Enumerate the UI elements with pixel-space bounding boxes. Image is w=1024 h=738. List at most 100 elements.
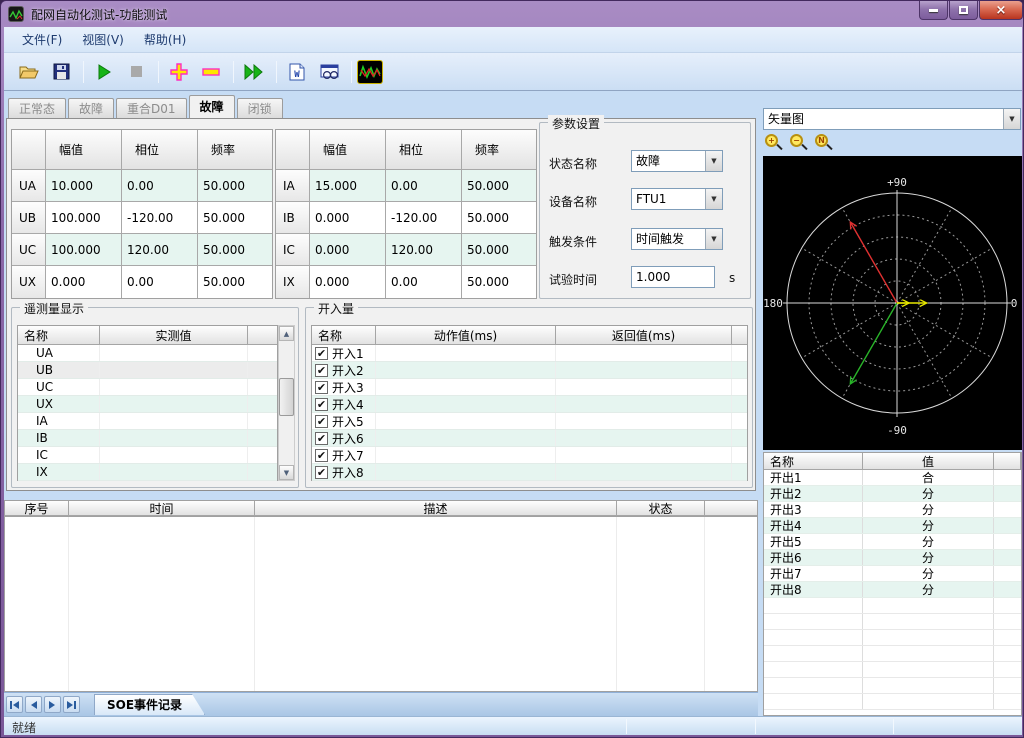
checkbox-checked-icon[interactable]: ✔ <box>315 381 328 394</box>
cell-ua-frequency[interactable]: 50.000 <box>198 170 272 202</box>
zoom-reset-button[interactable]: N <box>813 133 835 153</box>
cell-ub-amplitude[interactable]: 100.000 <box>46 202 122 234</box>
cell-ux-amplitude[interactable]: 0.000 <box>46 266 122 298</box>
tab-soe-event-log[interactable]: SOE事件记录 <box>94 694 205 715</box>
cell-ix-phase[interactable]: 0.00 <box>386 266 462 298</box>
telemetry-row[interactable]: IX <box>18 464 277 481</box>
title-bar: 配网自动化测试-功能测试 × <box>1 1 1024 27</box>
checkbox-checked-icon[interactable]: ✔ <box>315 449 328 462</box>
cell-ua-amplitude[interactable]: 10.000 <box>46 170 122 202</box>
run-sequence-button[interactable] <box>239 58 269 86</box>
output-row[interactable]: 开出3分 <box>764 502 1021 518</box>
checkbox-checked-icon[interactable]: ✔ <box>315 364 328 377</box>
cell-ic-phase[interactable]: 120.00 <box>386 234 462 266</box>
tab-reclose-d01[interactable]: 重合D01 <box>116 98 187 118</box>
cell-ib-amplitude[interactable]: 0.000 <box>310 202 386 234</box>
cell-ia-phase[interactable]: 0.00 <box>386 170 462 202</box>
telemetry-row[interactable]: UC <box>18 379 277 396</box>
checkbox-checked-icon[interactable]: ✔ <box>315 415 328 428</box>
cell-ia-frequency[interactable]: 50.000 <box>462 170 536 202</box>
input-extra <box>732 464 747 480</box>
telemetry-row[interactable]: UX <box>18 396 277 413</box>
telemetry-row[interactable]: IC <box>18 447 277 464</box>
stop-button[interactable] <box>121 58 151 86</box>
cell-ub-frequency[interactable]: 50.000 <box>198 202 272 234</box>
cell-ix-frequency[interactable]: 50.000 <box>462 266 536 298</box>
output-row[interactable]: 开出4分 <box>764 518 1021 534</box>
next-sheet-button[interactable] <box>44 696 61 713</box>
start-button[interactable] <box>89 58 119 86</box>
cell-uc-phase[interactable]: 120.00 <box>122 234 198 266</box>
tab-fault-1[interactable]: 故障 <box>68 98 114 118</box>
output-row[interactable]: 开出2分 <box>764 486 1021 502</box>
cell-ib-frequency[interactable]: 50.000 <box>462 202 536 234</box>
chevron-down-icon[interactable]: ▼ <box>705 189 722 209</box>
first-sheet-button[interactable] <box>6 696 23 713</box>
chevron-down-icon[interactable]: ▼ <box>1003 109 1020 129</box>
output-value: 分 <box>863 518 994 533</box>
waveform-view-button[interactable] <box>357 60 383 84</box>
last-sheet-button[interactable] <box>63 696 80 713</box>
menu-help[interactable]: 帮助(H) <box>134 27 196 53</box>
close-button[interactable]: × <box>979 1 1023 20</box>
tab-fault-active[interactable]: 故障 <box>189 95 235 118</box>
save-button[interactable] <box>46 58 76 86</box>
zoom-out-button[interactable]: − <box>788 133 810 153</box>
cell-ux-frequency[interactable]: 50.000 <box>198 266 272 298</box>
input-return-value <box>556 447 732 463</box>
cell-ix-amplitude[interactable]: 0.000 <box>310 266 386 298</box>
report-preview-button[interactable] <box>314 58 344 86</box>
remove-state-button[interactable] <box>196 58 226 86</box>
checkbox-checked-icon[interactable]: ✔ <box>315 347 328 360</box>
cell-ia-amplitude[interactable]: 15.000 <box>310 170 386 202</box>
checkbox-checked-icon[interactable]: ✔ <box>315 466 328 479</box>
word-report-button[interactable]: W <box>282 58 312 86</box>
test-time-unit: s <box>729 271 735 285</box>
scrollbar-thumb[interactable] <box>279 378 294 416</box>
chevron-down-icon[interactable]: ▼ <box>705 151 722 171</box>
open-button[interactable] <box>14 58 44 86</box>
prev-sheet-button[interactable] <box>25 696 42 713</box>
telemetry-row[interactable]: UA <box>18 345 277 362</box>
telemetry-scrollbar[interactable]: ▲ ▼ <box>278 325 295 481</box>
zoom-in-button[interactable]: + <box>763 133 785 153</box>
output-row[interactable]: 开出1合 <box>764 470 1021 486</box>
checkbox-checked-icon[interactable]: ✔ <box>315 398 328 411</box>
tab-normal-state[interactable]: 正常态 <box>8 98 66 118</box>
tab-lockout[interactable]: 闭锁 <box>237 98 283 118</box>
event-table-body[interactable] <box>4 517 758 692</box>
menu-file[interactable]: 文件(F) <box>12 27 72 53</box>
checkbox-checked-icon[interactable]: ✔ <box>315 432 328 445</box>
cell-ic-frequency[interactable]: 50.000 <box>462 234 536 266</box>
maximize-button[interactable] <box>949 1 978 20</box>
output-empty-row <box>764 630 1021 646</box>
cell-ua-phase[interactable]: 0.00 <box>122 170 198 202</box>
state-name-combo[interactable]: 故障 ▼ <box>631 150 723 172</box>
telemetry-row[interactable]: IB <box>18 430 277 447</box>
output-row[interactable]: 开出7分 <box>764 566 1021 582</box>
scroll-up-icon[interactable]: ▲ <box>279 326 294 341</box>
cell-uc-frequency[interactable]: 50.000 <box>198 234 272 266</box>
output-row[interactable]: 开出8分 <box>764 582 1021 598</box>
cell-ic-amplitude[interactable]: 0.000 <box>310 234 386 266</box>
test-time-input[interactable] <box>631 266 715 288</box>
telemetry-row[interactable]: IA <box>18 413 277 430</box>
cell-uc-amplitude[interactable]: 100.000 <box>46 234 122 266</box>
device-name-combo[interactable]: FTU1 ▼ <box>631 188 723 210</box>
chevron-down-icon[interactable]: ▼ <box>705 229 722 249</box>
add-state-button[interactable] <box>164 58 194 86</box>
output-row[interactable]: 开出5分 <box>764 534 1021 550</box>
trigger-condition-combo[interactable]: 时间触发 ▼ <box>631 228 723 250</box>
telemetry-row[interactable]: UB <box>18 362 277 379</box>
cell-ib-phase[interactable]: -120.00 <box>386 202 462 234</box>
cell-ub-phase[interactable]: -120.00 <box>122 202 198 234</box>
output-row[interactable]: 开出6分 <box>764 550 1021 566</box>
svg-text:W: W <box>294 70 300 80</box>
menu-view[interactable]: 视图(V) <box>72 27 134 53</box>
cell-ux-phase[interactable]: 0.00 <box>122 266 198 298</box>
minimize-button[interactable] <box>919 1 948 20</box>
telemetry-name: IB <box>18 430 100 446</box>
stop-icon <box>130 65 143 78</box>
scroll-down-icon[interactable]: ▼ <box>279 465 294 480</box>
view-selector-combo[interactable]: 矢量图 ▼ <box>763 108 1021 130</box>
